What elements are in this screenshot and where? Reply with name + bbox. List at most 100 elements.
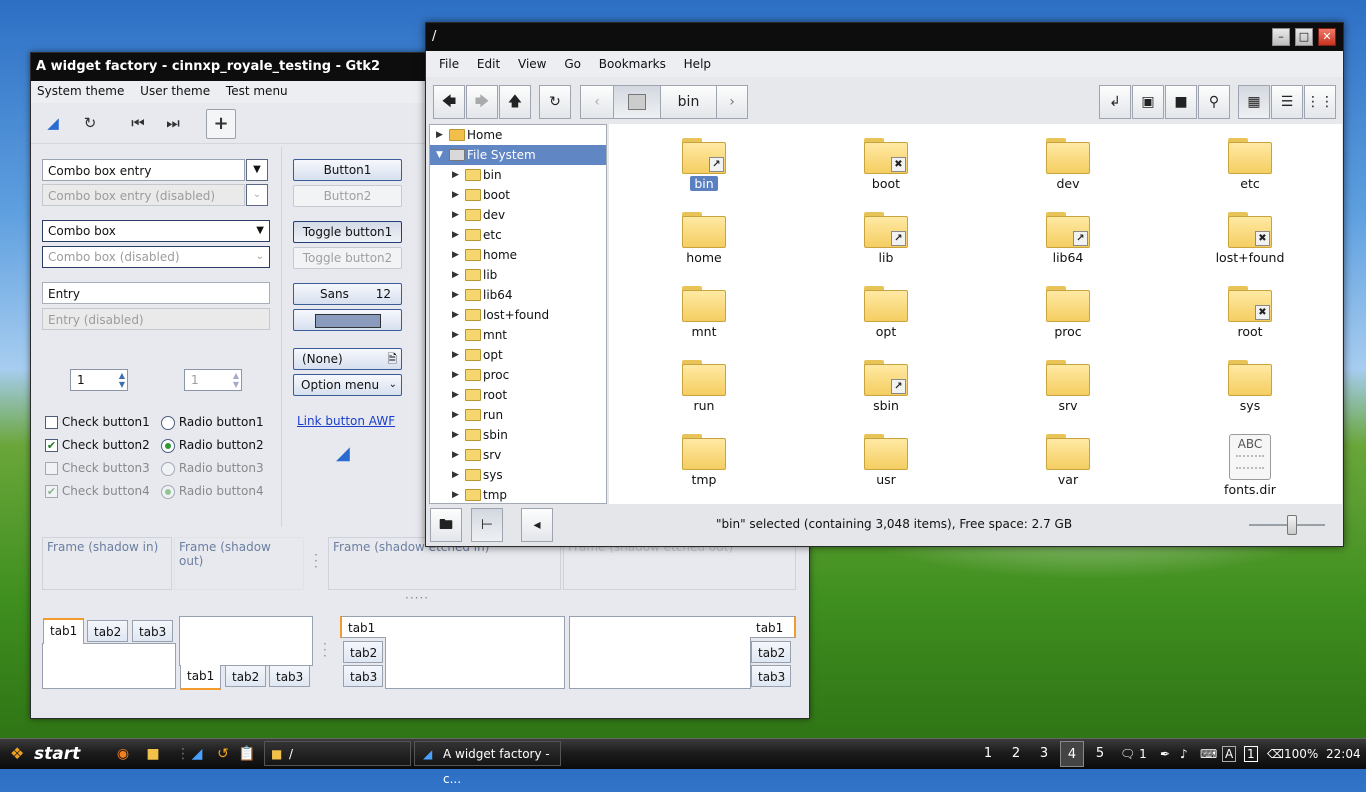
pane-handle-horizontal-icon[interactable]: ·····	[405, 591, 429, 605]
pane-handle-icon[interactable]: · · ·	[323, 638, 327, 662]
refresh-icon[interactable]: ↻	[76, 109, 104, 137]
music-icon[interactable]: ♪	[1180, 739, 1188, 769]
tree-item-mnt[interactable]: ▶ mnt	[430, 325, 606, 345]
tree-item-run[interactable]: ▶ run	[430, 405, 606, 425]
tree-item-proc[interactable]: ▶ proc	[430, 365, 606, 385]
app-launcher-icon[interactable]: ↺	[214, 745, 232, 763]
close-icon[interactable]: ✕	[1318, 28, 1336, 46]
file-item-boot[interactable]: ✖ boot	[826, 138, 946, 191]
tree-item-tmp[interactable]: ▶ tmp	[430, 485, 606, 503]
tree-item-root[interactable]: ▶ root	[430, 385, 606, 405]
expander-right-icon[interactable]: ▶	[452, 205, 459, 225]
expander-right-icon[interactable]: ▶	[452, 425, 459, 445]
font-button[interactable]: Sans 12	[293, 283, 402, 305]
file-manager-icon[interactable]: ■	[144, 745, 162, 763]
entry[interactable]: Entry	[42, 282, 270, 304]
menu-test-menu[interactable]: Test menu	[220, 84, 294, 98]
path-bin-button[interactable]: bin	[660, 85, 717, 119]
button1[interactable]: Button1	[293, 159, 402, 181]
radio-button-1[interactable]: Radio button1	[161, 415, 264, 430]
expander-right-icon[interactable]: ▶	[452, 485, 459, 503]
skip-back-icon[interactable]: ⏮	[124, 109, 152, 137]
menu-file[interactable]: File	[432, 57, 466, 71]
combo-entry[interactable]: Combo box entry	[42, 159, 245, 181]
battery-indicator[interactable]: ⌫100%	[1267, 739, 1318, 769]
tab-bottom-1[interactable]: tab1	[180, 665, 222, 690]
tab-bottom-2[interactable]: tab2	[225, 665, 267, 687]
file-item-usr[interactable]: usr	[826, 434, 946, 487]
workspace-2[interactable]: 2	[1004, 741, 1028, 767]
tab-top-2[interactable]: tab2	[87, 620, 129, 642]
file-item-root[interactable]: ✖ root	[1190, 286, 1310, 339]
tab-right-2[interactable]: tab2	[751, 641, 791, 663]
workspace-4[interactable]: 4	[1060, 741, 1084, 767]
widget-factory-icon[interactable]: ◢	[188, 745, 206, 763]
menu-edit[interactable]: Edit	[470, 57, 507, 71]
keyboard-icon[interactable]: ⌨	[1200, 739, 1217, 769]
file-item-sys[interactable]: sys	[1190, 360, 1310, 413]
combo-box[interactable]: Combo box ▼	[42, 220, 270, 242]
file-item-var[interactable]: var	[1008, 434, 1128, 487]
add-icon[interactable]: +	[206, 109, 236, 139]
icon-view-icon[interactable]: ▦	[1238, 85, 1270, 119]
toggle-button1[interactable]: Toggle button1	[293, 221, 402, 243]
file-item-bin[interactable]: ↗ bin	[644, 138, 764, 191]
expander-right-icon[interactable]: ▶	[452, 245, 459, 265]
file-item-srv[interactable]: srv	[1008, 360, 1128, 413]
expander-right-icon[interactable]: ▶	[452, 225, 459, 245]
clipboard-icon[interactable]: 📋	[238, 745, 256, 763]
zoom-slider-knob[interactable]	[1287, 515, 1297, 535]
workspace-1[interactable]: 1	[976, 741, 1000, 767]
up-arrow-icon[interactable]: 🡅	[499, 85, 531, 119]
tree-item-lost-found[interactable]: ▶ lost+found	[430, 305, 606, 325]
check-button-1[interactable]: Check button1	[45, 415, 150, 429]
path-scroll-left-icon[interactable]: ‹	[580, 85, 614, 119]
workspace-5[interactable]: 5	[1088, 741, 1112, 767]
awf-logo-icon[interactable]: ◢	[39, 109, 67, 137]
pane-handle-icon[interactable]: · · ·	[314, 549, 318, 573]
tree-item-srv[interactable]: ▶ srv	[430, 445, 606, 465]
file-item-lib64[interactable]: ↗ lib64	[1008, 212, 1128, 265]
tree-item-lib[interactable]: ▶ lib	[430, 265, 606, 285]
task-file-manager[interactable]: ■ /	[264, 741, 411, 766]
task-widget-factory[interactable]: ◢ A widget factory - c...	[414, 741, 561, 786]
tree-item-home[interactable]: ▶ Home	[430, 125, 606, 145]
file-item-fonts-dir[interactable]: ABC fonts.dir	[1190, 434, 1310, 497]
path-root-button[interactable]	[613, 85, 661, 119]
tab-left-1[interactable]: tab1	[340, 616, 386, 638]
tree-item-dev[interactable]: ▶ dev	[430, 205, 606, 225]
expander-right-icon[interactable]: ▶	[452, 365, 459, 385]
notification-indicator[interactable]: 🗨 1	[1120, 739, 1147, 769]
maximize-icon[interactable]: □	[1295, 28, 1313, 46]
expander-right-icon[interactable]: ▶	[452, 445, 459, 465]
tree-item-sys[interactable]: ▶ sys	[430, 465, 606, 485]
menu-help[interactable]: Help	[677, 57, 718, 71]
tab-top-1[interactable]: tab1	[43, 618, 85, 644]
expander-right-icon[interactable]: ▶	[452, 305, 459, 325]
expander-right-icon[interactable]: ▶	[452, 345, 459, 365]
tab-top-3[interactable]: tab3	[132, 620, 174, 642]
file-item-lost-found[interactable]: ✖ lost+found	[1190, 212, 1310, 265]
menu-user-theme[interactable]: User theme	[134, 84, 216, 98]
expander-right-icon[interactable]: ▶	[436, 125, 443, 145]
tab-left-3[interactable]: tab3	[343, 665, 383, 687]
spin-button[interactable]: 1 ▲ ▼	[70, 369, 128, 391]
check-button-2[interactable]: ✔ Check button2	[45, 438, 150, 452]
tab-right-1[interactable]: tab1	[750, 616, 796, 638]
firefox-icon[interactable]: ◉	[114, 745, 132, 763]
color-button[interactable]	[293, 309, 402, 331]
expander-right-icon[interactable]: ▶	[452, 325, 459, 345]
hide-sidebar-icon[interactable]: ◂	[521, 508, 553, 542]
file-item-sbin[interactable]: ↗ sbin	[826, 360, 946, 413]
expander-right-icon[interactable]: ▶	[452, 265, 459, 285]
expander-right-icon[interactable]: ▶	[452, 165, 459, 185]
clock[interactable]: 22:04	[1326, 739, 1361, 769]
menu-view[interactable]: View	[511, 57, 553, 71]
tree-item-bin[interactable]: ▶ bin	[430, 165, 606, 185]
tab-right-3[interactable]: tab3	[751, 665, 791, 687]
file-item-tmp[interactable]: tmp	[644, 434, 764, 487]
expander-right-icon[interactable]: ▶	[452, 405, 459, 425]
tree-item-home[interactable]: ▶ home	[430, 245, 606, 265]
file-item-home[interactable]: home	[644, 212, 764, 265]
workspace-3[interactable]: 3	[1032, 741, 1056, 767]
